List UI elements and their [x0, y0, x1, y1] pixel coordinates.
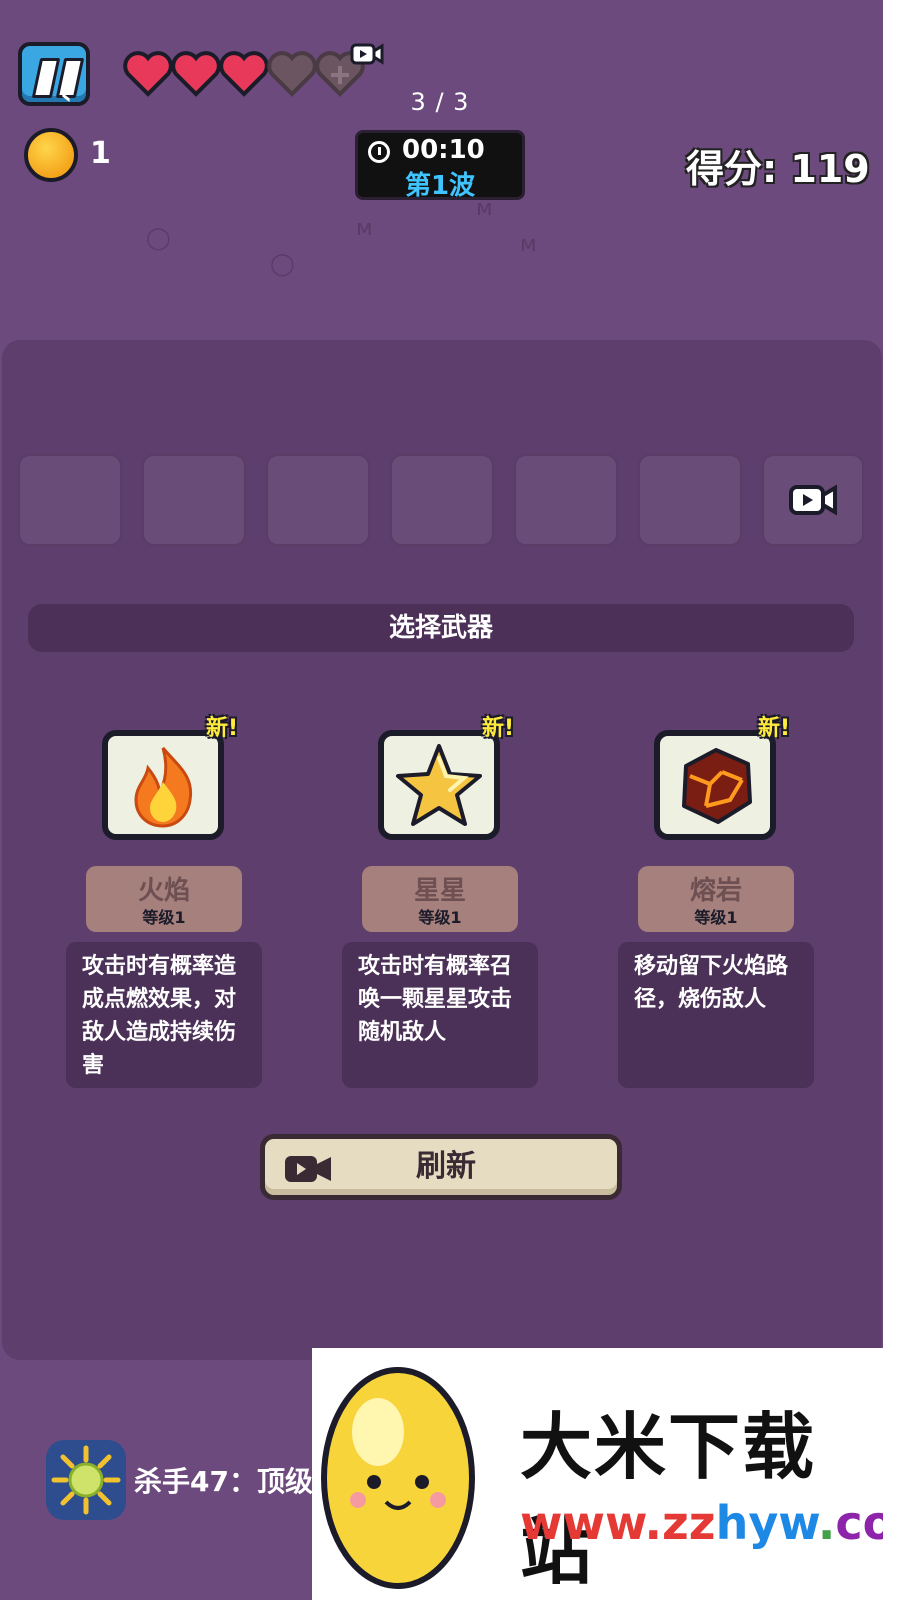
grass-doodle: ◯ — [146, 226, 171, 251]
video-ad-icon[interactable] — [350, 42, 384, 66]
weapon-slot-empty — [390, 454, 494, 546]
fire-weapon-card[interactable] — [102, 730, 224, 840]
weapon-slot-empty — [514, 454, 618, 546]
new-badge: 新! — [482, 716, 515, 741]
weapon-level: 等级1 — [418, 908, 462, 927]
unlock-slot-video-button[interactable] — [762, 454, 864, 546]
watermark-url: www.zzhyw.com — [520, 1496, 883, 1550]
weapon-level: 等级1 — [694, 908, 738, 927]
score-display: 得分: 119 — [686, 147, 870, 191]
weapon-slot-empty — [142, 454, 246, 546]
star-name-tag: 星星 等级1 — [362, 866, 518, 932]
lava-weapon-card[interactable] — [654, 730, 776, 840]
grass-doodle: ᴍ — [520, 232, 537, 257]
heart-full-icon — [218, 48, 270, 100]
lava-description-box: 移动留下火焰路径，烧伤敌人 — [618, 942, 814, 1088]
app-name: 杀手47：顶级 — [134, 1465, 313, 1498]
star-description-box: 攻击时有概率召唤一颗星星攻击随机敌人 — [342, 942, 538, 1088]
select-weapon-header: 选择武器 — [28, 604, 854, 652]
page-counter: 3 / 3 — [410, 88, 470, 116]
select-weapon-title: 选择武器 — [388, 613, 493, 643]
weapon-slot-empty — [638, 454, 742, 546]
wave-timer: 00:10 第1波 — [355, 130, 525, 201]
refresh-label: 刷新 — [416, 1149, 476, 1184]
grass-doodle: ◯ — [270, 252, 295, 277]
new-badge: 新! — [758, 716, 791, 741]
weapon-slot-empty — [18, 454, 122, 546]
new-badge: 新! — [206, 716, 239, 741]
clock-icon — [368, 141, 390, 163]
coin-icon — [24, 128, 78, 182]
lava-name-tag: 熔岩 等级1 — [638, 866, 794, 932]
refresh-button[interactable]: 刷新 — [260, 1134, 622, 1200]
star-weapon-card[interactable] — [378, 730, 500, 840]
heart-empty-icon — [266, 48, 318, 100]
coin-count: 1 — [90, 136, 111, 171]
weapon-description: 攻击时有概率造成点燃效果，对敌人造成持续伤害 — [82, 954, 237, 1078]
lava-rock-icon — [682, 748, 752, 824]
weapon-name: 星星 — [413, 876, 466, 906]
weapon-slot-empty — [266, 454, 370, 546]
egg-mascot-icon — [321, 1367, 475, 1589]
star-icon — [396, 744, 482, 826]
fire-name-tag: 火焰 等级1 — [86, 866, 242, 932]
back-arrow-icon[interactable]: ‹ — [60, 80, 82, 110]
weapon-name: 火焰 — [137, 876, 190, 906]
weapon-description: 移动留下火焰路径，烧伤敌人 — [634, 954, 789, 1012]
watermark-banner: 大米下载站 www.zzhyw.com — [312, 1348, 883, 1600]
weapon-name: 熔岩 — [689, 876, 742, 906]
fire-icon — [134, 747, 193, 828]
app-icon[interactable] — [46, 1440, 126, 1520]
fire-description-box: 攻击时有概率造成点燃效果，对敌人造成持续伤害 — [66, 942, 262, 1088]
wave-label: 第1波 — [404, 171, 476, 201]
watermark-title: 大米下载站 — [520, 1405, 817, 1594]
video-ad-icon — [789, 484, 837, 516]
heart-full-icon — [122, 48, 174, 100]
timer-value: 00:10 — [402, 135, 485, 165]
grass-doodle: ᴍ — [356, 216, 373, 241]
heart-full-icon — [170, 48, 222, 100]
game-screen: ◯ ◯ ᴍ ᴍ ᴍ ‹ 3 / 3 1 00:10 第1波 得分: 119 选择… — [0, 0, 883, 1600]
weapon-description: 攻击时有概率召唤一颗星星攻击随机敌人 — [358, 954, 513, 1045]
weapon-level: 等级1 — [142, 908, 186, 927]
